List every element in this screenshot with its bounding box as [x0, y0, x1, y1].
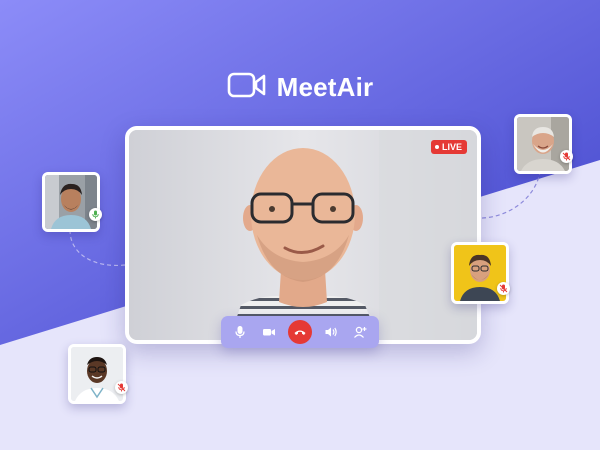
live-dot-icon [434, 145, 439, 149]
microphone-muted-icon [499, 284, 508, 293]
live-label: LIVE [441, 142, 462, 152]
microphone-icon [235, 326, 245, 338]
participant-thumbnail-2[interactable] [514, 114, 572, 174]
participant-avatar [517, 117, 569, 171]
main-video-feed[interactable]: LIVE [125, 126, 481, 344]
participant-avatar [45, 175, 97, 229]
participant-thumbnail-1[interactable] [42, 172, 100, 232]
live-badge: LIVE [430, 140, 467, 154]
participant-3-status-badge [497, 282, 510, 295]
speaker-button[interactable] [320, 321, 342, 343]
microphone-active-icon [92, 210, 99, 219]
app-name: MeetAir [276, 72, 374, 102]
camera-button[interactable] [258, 321, 280, 343]
microphone-button[interactable] [229, 321, 251, 343]
phone-hangup-icon [294, 330, 306, 335]
brand-header: MeetAir [0, 72, 600, 103]
participant-4-status-badge [115, 381, 128, 394]
participant-2-status-badge [560, 150, 573, 163]
add-participant-button[interactable] [349, 321, 371, 343]
microphone-muted-icon [562, 152, 571, 161]
microphone-muted-icon [117, 383, 126, 392]
main-speaker-video [129, 130, 477, 340]
call-controls-bar [221, 316, 379, 348]
video-camera-logo-icon [227, 72, 267, 103]
video-camera-icon [263, 329, 276, 336]
speaker-volume-icon [325, 327, 337, 337]
participant-1-status-badge [89, 208, 102, 221]
end-call-button[interactable] [287, 320, 312, 344]
participant-avatar [71, 347, 123, 401]
participant-thumbnail-4[interactable] [68, 344, 126, 404]
add-user-icon [354, 326, 367, 338]
app-stage: MeetAir LIVE [0, 0, 600, 450]
participant-thumbnail-3[interactable] [451, 242, 509, 304]
